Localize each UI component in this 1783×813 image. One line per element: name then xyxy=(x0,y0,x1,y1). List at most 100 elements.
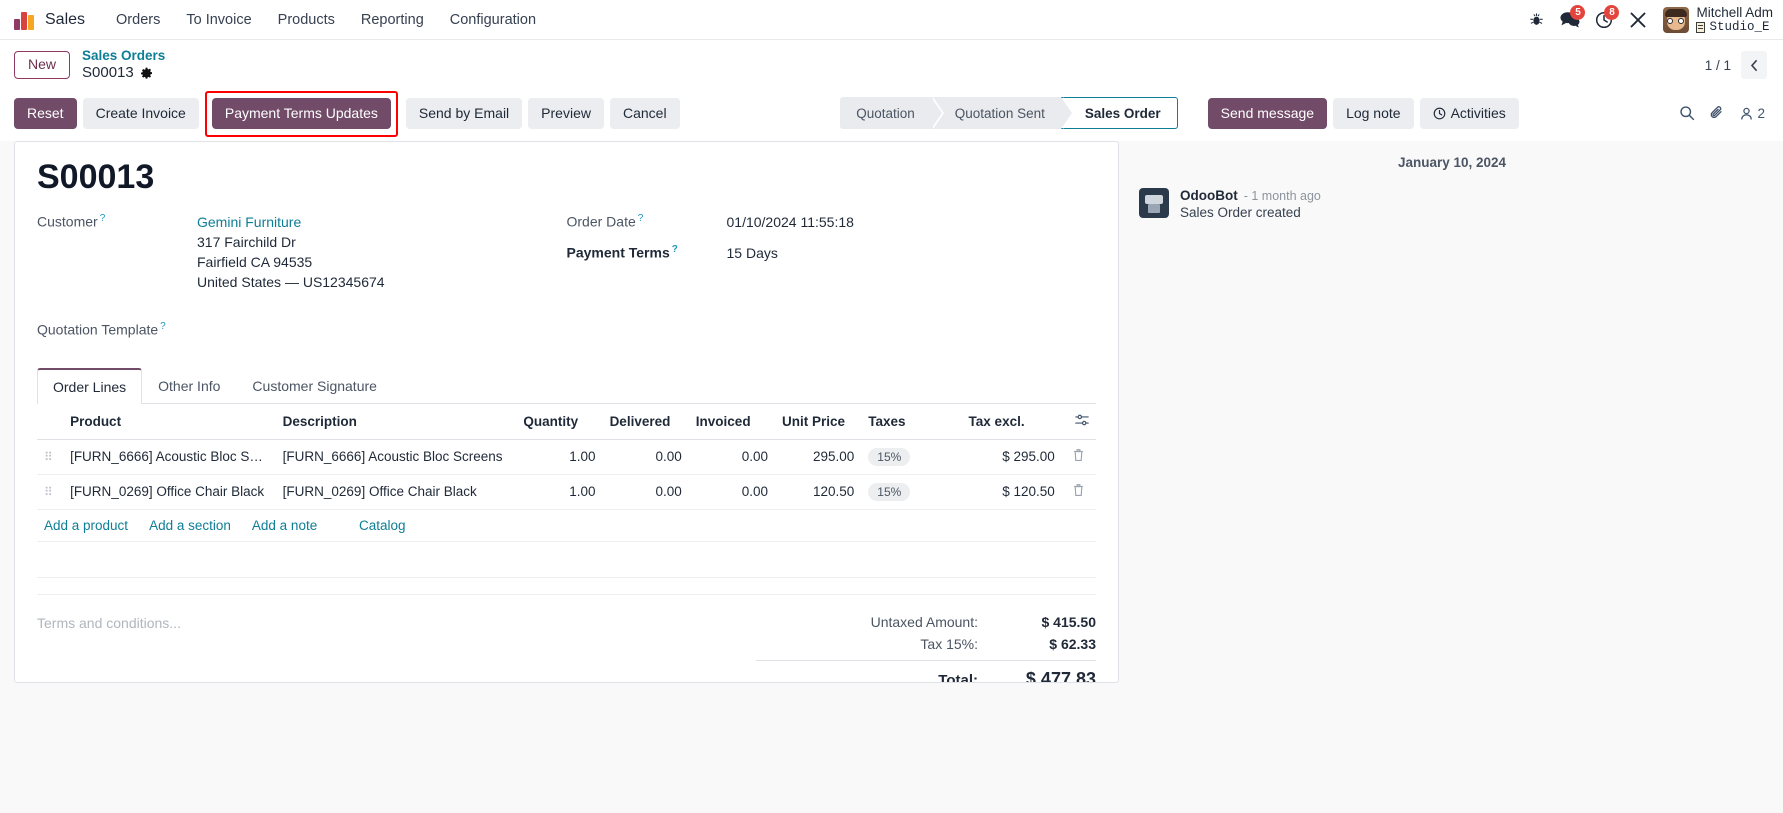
user-menu[interactable]: Mitchell Adm Studio_E xyxy=(1696,5,1773,35)
form-column: S00013 Customer? Gemini Furniture 317 Fa… xyxy=(0,140,1135,813)
cell-quantity[interactable]: 1.00 xyxy=(516,439,603,475)
form-fields-left: Customer? Gemini Furniture 317 Fairchild… xyxy=(37,211,567,344)
field-customer-value-group: Gemini Furniture 317 Fairchild Dr Fairfi… xyxy=(197,211,385,293)
user-avatar[interactable] xyxy=(1663,6,1690,33)
payment-terms-updates-button[interactable]: Payment Terms Updates xyxy=(211,98,391,129)
cancel-button[interactable]: Cancel xyxy=(609,98,680,129)
followers-count: 2 xyxy=(1757,105,1765,121)
table-row[interactable]: ⠿ [FURN_6666] Acoustic Bloc Screens [FUR… xyxy=(37,439,1096,475)
cell-taxes[interactable]: 15% xyxy=(861,439,962,475)
message-author-avatar xyxy=(1139,187,1169,218)
cell-quantity[interactable]: 1.00 xyxy=(516,474,603,510)
tax-badge: 15% xyxy=(868,482,911,501)
preview-button[interactable]: Preview xyxy=(528,98,604,129)
search-icon[interactable] xyxy=(1679,105,1695,121)
payment-terms-value[interactable]: 15 Days xyxy=(727,242,778,264)
record-sheet: S00013 Customer? Gemini Furniture 317 Fa… xyxy=(14,140,1119,683)
help-icon[interactable]: ? xyxy=(638,213,644,224)
activities-button[interactable]: Activities xyxy=(1419,98,1519,129)
breadcrumb-current-record: S00013 xyxy=(82,64,165,82)
cell-unit-price[interactable]: 120.50 xyxy=(775,474,862,510)
nav-menu-to-invoice[interactable]: To Invoice xyxy=(173,0,264,40)
sliders-icon[interactable] xyxy=(1075,413,1089,430)
cell-taxes[interactable]: 15% xyxy=(861,474,962,510)
log-note-button[interactable]: Log note xyxy=(1333,98,1414,129)
followers-icon[interactable]: 2 xyxy=(1739,106,1765,121)
action-status-bar: Reset Create Invoice Payment Terms Updat… xyxy=(0,90,1783,141)
cell-invoiced[interactable]: 0.00 xyxy=(688,439,776,475)
cell-delivered[interactable]: 0.00 xyxy=(602,474,689,510)
tab-customer-signature[interactable]: Customer Signature xyxy=(236,368,393,404)
nav-menu-orders[interactable]: Orders xyxy=(103,0,173,40)
nav-menu-configuration[interactable]: Configuration xyxy=(437,0,549,40)
help-icon[interactable]: ? xyxy=(100,213,106,224)
help-icon[interactable]: ? xyxy=(160,321,166,332)
nav-menu-products[interactable]: Products xyxy=(265,0,348,40)
terms-and-conditions-field[interactable]: Terms and conditions... xyxy=(37,611,756,682)
col-product: Product xyxy=(63,403,276,440)
add-line-cell: Add a product Add a section Add a note C… xyxy=(37,509,1096,542)
cell-product[interactable]: [FURN_0269] Office Chair Black xyxy=(63,474,276,510)
cell-unit-price[interactable]: 295.00 xyxy=(775,439,862,475)
trash-icon[interactable] xyxy=(1072,484,1085,500)
field-payment-terms: Payment Terms? 15 Days xyxy=(567,242,1097,265)
new-record-button[interactable]: New xyxy=(14,51,71,79)
reset-button[interactable]: Reset xyxy=(14,98,77,129)
empty-filler-row xyxy=(37,541,1096,578)
customer-address-line-1: 317 Fairchild Dr xyxy=(197,234,296,251)
total-untaxed-label: Untaxed Amount: xyxy=(870,613,978,630)
chatter-panel: January 10, 2024 OdooBot - 1 month ago S… xyxy=(1135,141,1783,813)
help-icon[interactable]: ? xyxy=(672,244,678,255)
odoo-logo-icon[interactable] xyxy=(14,10,36,30)
status-sales-order[interactable]: Sales Order xyxy=(1060,97,1178,130)
pager-previous-button[interactable] xyxy=(1741,51,1767,79)
table-row[interactable]: ⠿ [FURN_0269] Office Chair Black [FURN_0… xyxy=(37,474,1096,510)
gear-icon[interactable] xyxy=(140,67,153,80)
field-order-date: Order Date? 01/10/2024 11:55:18 xyxy=(567,211,1097,234)
add-a-product-link[interactable]: Add a product xyxy=(44,518,128,533)
total-tax-value: $ 62.33 xyxy=(1049,635,1096,652)
highlight-box: Payment Terms Updates xyxy=(204,91,398,137)
trash-icon[interactable] xyxy=(1072,449,1085,465)
drag-handle-icon[interactable]: ⠿ xyxy=(37,439,64,475)
breadcrumb-parent-sales-orders[interactable]: Sales Orders xyxy=(82,48,165,64)
customer-name-link[interactable]: Gemini Furniture xyxy=(197,211,385,233)
cell-tax-excl: $ 295.00 xyxy=(961,439,1062,475)
cell-product[interactable]: [FURN_6666] Acoustic Bloc Screens xyxy=(63,439,276,475)
tab-other-info[interactable]: Other Info xyxy=(142,368,236,404)
status-quotation-sent[interactable]: Quotation Sent xyxy=(930,97,1074,130)
activities-clock-icon[interactable]: 8 xyxy=(1587,0,1621,40)
form-fields-right: Order Date? 01/10/2024 11:55:18 Payment … xyxy=(567,211,1097,344)
message-author-name: OdooBot xyxy=(1180,187,1238,203)
cell-invoiced[interactable]: 0.00 xyxy=(688,474,776,510)
bug-icon[interactable] xyxy=(1519,0,1553,40)
cell-description[interactable]: [FURN_0269] Office Chair Black xyxy=(275,474,517,510)
col-optional-toggle[interactable] xyxy=(1061,403,1096,440)
nav-menu-reporting[interactable]: Reporting xyxy=(348,0,437,40)
cell-tax-excl: $ 120.50 xyxy=(961,474,1062,510)
tab-order-lines[interactable]: Order Lines xyxy=(37,367,143,404)
order-date-value[interactable]: 01/10/2024 11:55:18 xyxy=(727,211,854,233)
chatter-action-buttons: Send message Log note Activities xyxy=(1207,98,1525,129)
chatter-date-separator: January 10, 2024 xyxy=(1397,154,1507,170)
add-a-section-link[interactable]: Add a section xyxy=(149,518,231,533)
app-name-menu[interactable]: Sales xyxy=(45,11,97,29)
tools-settings-icon[interactable] xyxy=(1621,0,1655,40)
field-customer-label: Customer? xyxy=(37,213,106,231)
paperclip-icon[interactable] xyxy=(1709,105,1725,121)
status-quotation[interactable]: Quotation xyxy=(840,97,944,130)
delete-line-button[interactable] xyxy=(1061,439,1096,475)
catalog-link[interactable]: Catalog xyxy=(359,518,406,533)
drag-handle-icon[interactable]: ⠿ xyxy=(37,474,64,510)
add-a-note-link[interactable]: Add a note xyxy=(252,518,317,533)
send-message-button[interactable]: Send message xyxy=(1207,98,1328,129)
navbar-right-tools: 5 8 Mitchell Adm Studio_E xyxy=(1519,0,1773,40)
order-lines-table: Product Description Quantity Delivered I… xyxy=(37,403,1096,578)
cell-delivered[interactable]: 0.00 xyxy=(602,439,689,475)
messages-icon[interactable]: 5 xyxy=(1553,0,1587,40)
database-label: Studio_E xyxy=(1696,20,1773,34)
send-by-email-button[interactable]: Send by Email xyxy=(405,98,523,129)
cell-description[interactable]: [FURN_6666] Acoustic Bloc Screens xyxy=(275,439,517,475)
delete-line-button[interactable] xyxy=(1061,474,1096,510)
create-invoice-button[interactable]: Create Invoice xyxy=(82,98,199,129)
